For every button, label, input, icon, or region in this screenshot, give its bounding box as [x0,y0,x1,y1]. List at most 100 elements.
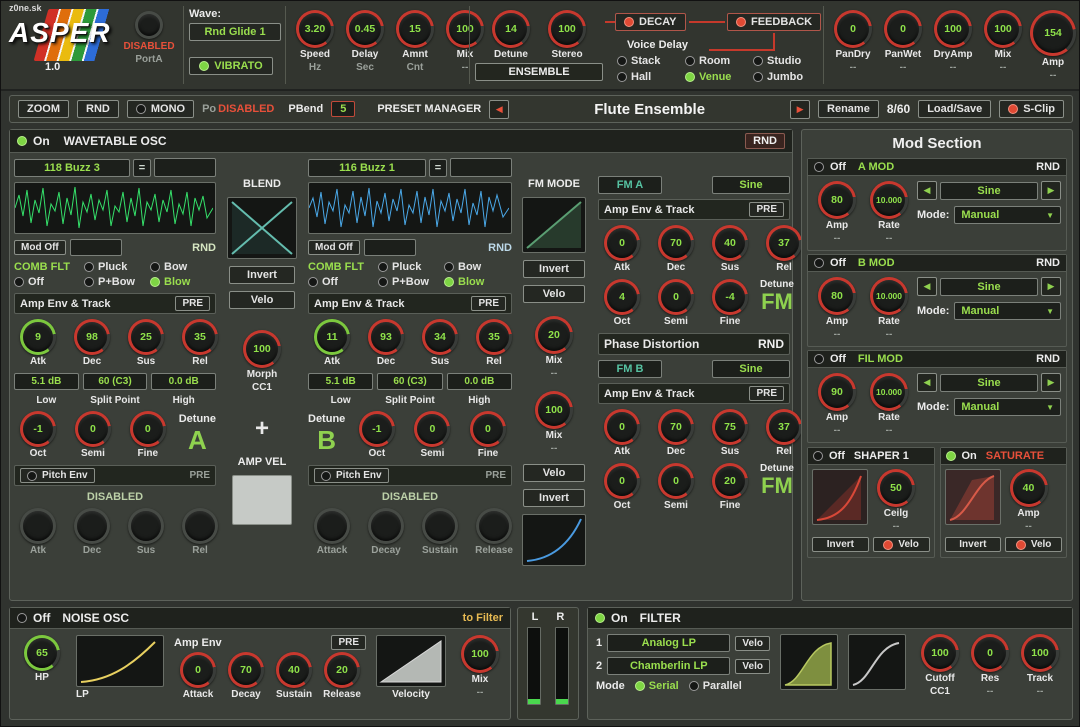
osc1-wave-select[interactable]: 118 Buzz 3 [14,159,130,177]
fil-mod-wave-select[interactable]: Sine [940,374,1038,392]
dryamp-knob[interactable]: 100DryAmp-- [929,10,977,74]
osc1-fine-knob[interactable]: 0Fine [124,411,172,460]
a-mod-wave-next-button[interactable]: ▶ [1041,181,1061,200]
wavetable-on-led[interactable] [17,136,27,146]
a-mod-amp-knob[interactable]: 80Amp-- [813,181,861,245]
b-mod-wave-select[interactable]: Sine [940,278,1038,296]
saturate-velo-button[interactable]: Velo [1005,537,1062,552]
saturate-amp-knob[interactable]: 40Amp-- [1005,469,1053,533]
noise-release-knob[interactable]: 20Release [318,652,366,701]
a-mod-rnd-button[interactable]: RND [1036,161,1060,173]
osc2-atk-knob[interactable]: 11Atk [308,319,356,368]
osc1-ampenv-pre-button[interactable]: PRE [175,296,210,311]
fm-b-dec-knob[interactable]: 70Dec [652,409,700,458]
noise-mix-knob[interactable]: 100Mix-- [456,635,504,699]
osc1-comb-off[interactable]: Off [14,276,84,288]
fm-a-dec-knob[interactable]: 70Dec [652,225,700,274]
osc1-comb-bow[interactable]: Bow [150,261,210,273]
filter-slot1-type-select[interactable]: Analog LP [607,634,730,652]
ensemble-detune-knob[interactable]: 14Detune [487,10,535,61]
osc2-dec-knob[interactable]: 93Dec [362,319,410,368]
rnd-button[interactable]: RND [77,100,119,118]
pbend-value[interactable]: 5 [331,101,355,117]
osc1-pitchenv-pre[interactable]: PRE [189,470,210,481]
noise-sustain-knob[interactable]: 40Sustain [270,652,318,701]
fm-mix2-knob[interactable]: 100Mix-- [530,391,578,455]
osc2-comb-pluck[interactable]: Pluck [378,261,444,273]
shaper-invert-button[interactable]: Invert [812,537,869,552]
fm-a-pre-button[interactable]: PRE [749,202,784,217]
saturate-led[interactable] [946,451,956,461]
osc2-pitch-dec-knob[interactable]: Decay [362,508,410,557]
fm-b-sus-knob[interactable]: 75Sus [706,409,754,458]
filter-mode-parallel[interactable]: Parallel [689,680,742,692]
osc1-sus-knob[interactable]: 25Sus [122,319,170,368]
fil-mod-wave-prev-button[interactable]: ◀ [917,373,937,392]
b-mod-mode-select[interactable]: Manual▼ [954,302,1061,320]
noise-attack-knob[interactable]: 0Attack [174,652,222,701]
fm-b-pre-button[interactable]: PRE [749,386,784,401]
preset-next-button[interactable]: ▶ [790,100,810,119]
fm-a-button[interactable]: FM A [598,176,662,194]
voice-delay-option-venue[interactable]: Venue [685,71,731,83]
osc2-oct-knob[interactable]: -1Oct [353,411,401,460]
panwet-knob[interactable]: 0PanWet-- [879,10,927,74]
a-mod-mode-select[interactable]: Manual▼ [954,206,1061,224]
osc2-comb-bow[interactable]: Bow [444,261,504,273]
osc2-track-split-value[interactable]: 60 (C3) [377,373,442,390]
blend-morph-knob[interactable]: 100MorphCC1 [238,330,286,394]
osc1-mod-amount-box[interactable] [70,239,122,256]
osc1-pitchenv-button[interactable]: Pitch Env [20,468,95,483]
osc1-pitch-dec-knob[interactable]: Dec [68,508,116,557]
osc2-pitchenv-button[interactable]: Pitch Env [314,468,389,483]
a-mod-rate-knob[interactable]: 10.000Rate-- [865,181,913,245]
osc1-pitch-atk-knob[interactable]: Atk [14,508,62,557]
osc1-comb-pluck[interactable]: Pluck [84,261,150,273]
shaper-led[interactable] [813,451,823,461]
pandry-knob[interactable]: 0PanDry-- [829,10,877,74]
filter-mode-serial[interactable]: Serial [635,680,679,692]
osc2-track-low-value[interactable]: 5.1 dB [308,373,373,390]
ensemble-button[interactable]: ENSEMBLE [475,63,603,81]
a-mod-led[interactable] [814,162,824,172]
a-mod-wave-select[interactable]: Sine [940,182,1038,200]
noise-hp-knob[interactable]: 65HP [18,635,66,684]
osc1-track-low-value[interactable]: 5.1 dB [14,373,79,390]
decay-button[interactable]: DECAY [615,13,686,31]
fil-mod-rate-knob[interactable]: 10.000Rate-- [865,373,913,437]
osc2-mod-button[interactable]: Mod Off [308,240,360,255]
phase-distortion-rnd[interactable]: RND [758,337,784,351]
osc2-comb-pbow[interactable]: P+Bow [378,276,444,288]
osc1-semi-knob[interactable]: 0Semi [69,411,117,460]
osc1-track-split-value[interactable]: 60 (C3) [83,373,148,390]
fil-mod-rnd-button[interactable]: RND [1036,353,1060,365]
fm-b-fine-knob[interactable]: 20Fine [706,463,754,512]
b-mod-led[interactable] [814,258,824,268]
osc2-wave-menu-button[interactable]: = [429,159,447,177]
osc2-pitchenv-pre[interactable]: PRE [485,470,506,481]
fm-a-wave-select[interactable]: Sine [712,176,790,194]
osc1-oct-knob[interactable]: -1Oct [14,411,62,460]
fm-mode-velo-button[interactable]: Velo [523,285,585,303]
osc1-comb-pbow[interactable]: P+Bow [84,276,150,288]
osc1-dec-knob[interactable]: 98Dec [68,319,116,368]
osc2-pitch-sus-knob[interactable]: Sustain [416,508,464,557]
noise-decay-knob[interactable]: 70Decay [222,652,270,701]
fm-b-oct-knob[interactable]: 0Oct [598,463,646,512]
blend-velo-button[interactable]: Velo [229,291,295,309]
wave-preset-button[interactable]: Rnd Glide 1 [189,23,281,41]
feedback-button[interactable]: FEEDBACK [727,13,821,31]
filter-slot2-velo-button[interactable]: Velo [735,659,770,674]
shaper-ceiling-knob[interactable]: 50Ceilg-- [872,469,920,533]
osc2-ampenv-pre-button[interactable]: PRE [471,296,506,311]
vibrato-amount-knob[interactable]: 15AmntCnt [391,10,439,74]
fm-mix1-knob[interactable]: 20Mix-- [530,316,578,380]
osc1-mod-slot-box[interactable] [154,158,216,177]
fil-mod-amp-knob[interactable]: 90Amp-- [813,373,861,437]
a-mod-wave-prev-button[interactable]: ◀ [917,181,937,200]
fm-a-atk-knob[interactable]: 0Atk [598,225,646,274]
shaper-velo-button[interactable]: Velo [873,537,930,552]
porta-knob[interactable] [125,11,173,39]
osc1-mod-button[interactable]: Mod Off [14,240,66,255]
vibrato-delay-knob[interactable]: 0.45DelaySec [341,10,389,74]
